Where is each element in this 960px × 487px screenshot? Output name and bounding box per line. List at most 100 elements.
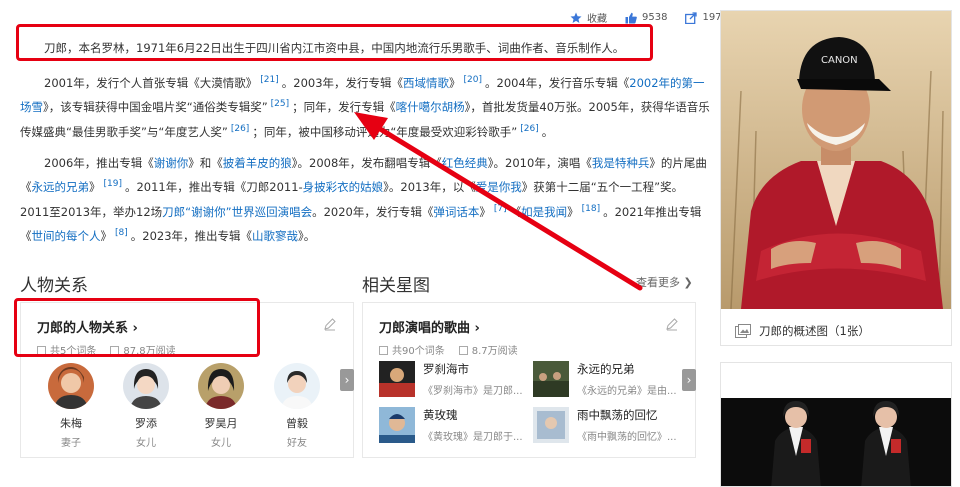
- summary-photo: CANON: [721, 11, 951, 309]
- song-title: 雨中飘荡的回忆: [577, 408, 658, 422]
- citation-ref[interactable]: [26]: [231, 124, 249, 134]
- article-link[interactable]: 谢谢你: [154, 156, 189, 170]
- person-card[interactable]: 罗添 女儿: [118, 363, 174, 449]
- entries-icon: [379, 346, 388, 355]
- song-desc: 《罗刹海市》是刀郎...: [423, 386, 523, 397]
- favorite-label: 收藏: [587, 14, 607, 25]
- person-name: 朱梅: [60, 417, 82, 430]
- text-run: ；同年，被中国移动评选为“年度最受欢迎彩铃歌手”: [252, 124, 518, 139]
- text-run: ；同年，发行专辑《: [292, 100, 396, 115]
- avatar: [123, 363, 169, 409]
- article-link[interactable]: 我是特种兵: [592, 156, 650, 170]
- cap-logo-text: CANON: [821, 55, 858, 66]
- see-more-label: 查看更多: [636, 276, 680, 289]
- person-card[interactable]: 曾毅 好友: [269, 363, 325, 449]
- person-name: 曾毅: [286, 417, 308, 430]
- text-run: 》，该专辑获得中国金唱片奖“通俗类专辑奖”: [43, 100, 268, 115]
- article-link[interactable]: 红色经典: [442, 156, 488, 170]
- citation-ref[interactable]: [21]: [260, 75, 278, 85]
- song-title: 罗刹海市: [423, 362, 469, 376]
- text-run: 》。: [298, 228, 316, 243]
- citation-ref[interactable]: [26]: [520, 124, 538, 134]
- thumbs-up-icon: [625, 12, 637, 23]
- text-run: 。2003年，发行专辑《: [281, 75, 404, 90]
- chevron-right-icon: ›: [344, 373, 350, 387]
- citation-ref[interactable]: [8]: [115, 228, 128, 238]
- toolbar: 收藏 9538 197: [570, 10, 722, 25]
- text-run: 》。2008年，发布翻唱专辑《: [291, 155, 442, 170]
- edit-icon[interactable]: [323, 317, 337, 331]
- video-thumbnail[interactable]: [720, 362, 952, 487]
- person-name: 罗昊月: [204, 417, 238, 430]
- songs-card: 刀郎演唱的歌曲 › 共90个词条 8.7万阅读 罗刹海市 《罗刹海市》是刀郎...…: [362, 302, 696, 458]
- related-section-title: 相关星图: [362, 276, 430, 296]
- song-desc: 《雨中飘荡的回忆》...: [577, 432, 677, 443]
- career-paragraph-1: 2001年，发行个人首张专辑《大漠情歌》 [21] 。2003年，发行专辑《西域情歌…: [20, 70, 710, 143]
- photo-caption-text: 刀郎的概述图（1张）: [759, 324, 870, 338]
- text-run: 。2020年，发行专辑《: [312, 204, 434, 219]
- like-button[interactable]: 9538: [625, 12, 667, 24]
- article-link[interactable]: 披着羊皮的狼: [223, 156, 292, 170]
- citation-ref[interactable]: [18]: [582, 204, 600, 214]
- person-card[interactable]: 罗昊月 女儿: [193, 363, 249, 449]
- song-desc: 《黄玫瑰》是刀郎于...: [423, 432, 523, 443]
- song-item[interactable]: 永远的兄弟《永远的兄弟》是由...: [533, 361, 677, 397]
- citation-ref[interactable]: [20]: [464, 75, 482, 85]
- career-paragraph-2: 2006年，推出专辑《谢谢你》和《披着羊皮的狼》。2008年，发布翻唱专辑《红色…: [20, 153, 710, 247]
- person-card[interactable]: 朱梅 妻子: [43, 363, 99, 449]
- article-body: 刀郎，本名罗林，1971年6月22日出生于四川省内江市资中县，中国内地流行乐男歌…: [20, 30, 710, 257]
- text-run: 》。2010年，演唱《: [487, 155, 592, 170]
- see-more-link[interactable]: 查看更多 ❯: [636, 274, 693, 290]
- article-link[interactable]: 如是我闻: [521, 205, 567, 219]
- citation-ref[interactable]: [25]: [271, 99, 289, 109]
- relations-next-button[interactable]: ›: [340, 369, 354, 391]
- article-link[interactable]: 永远的兄弟: [32, 180, 90, 194]
- song-item[interactable]: 黄玫瑰 《黄玫瑰》是刀郎于...: [379, 407, 523, 443]
- text-run: 《: [509, 204, 522, 219]
- text-run: 》: [449, 75, 461, 90]
- summary-photo-card[interactable]: CANON 刀郎的概述图（1张）: [720, 10, 952, 346]
- text-run: 。: [541, 124, 554, 139]
- text-run: 》和《: [188, 155, 223, 170]
- article-link[interactable]: 西域情歌: [403, 76, 449, 90]
- citation-ref[interactable]: [7]: [494, 204, 507, 214]
- article-link[interactable]: 身披彩衣的姑娘: [303, 180, 384, 194]
- share-button[interactable]: 197: [685, 11, 722, 24]
- article-link[interactable]: 刀郎“谢谢你”世界巡回演唱会: [162, 205, 312, 219]
- text-run: 。2023年，推出专辑《: [130, 228, 253, 243]
- song-item[interactable]: 罗刹海市《罗刹海市》是刀郎...: [379, 361, 523, 397]
- songs-entries: 共90个词条: [392, 346, 445, 357]
- relations-section-title: 人物关系: [20, 276, 88, 296]
- song-item[interactable]: 雨中飘荡的回忆《雨中飘荡的回忆》...: [533, 407, 677, 443]
- song-desc: 《永远的兄弟》是由...: [577, 386, 677, 397]
- text-run: 》: [479, 204, 491, 219]
- photo-caption[interactable]: 刀郎的概述图（1张）: [735, 323, 870, 339]
- chevron-right-icon: ›: [686, 373, 692, 387]
- text-run: 2006年，推出专辑《: [44, 155, 154, 170]
- video-frame: [721, 363, 951, 487]
- edit-icon[interactable]: [665, 317, 679, 331]
- text-run: 》: [100, 228, 113, 243]
- avatar: [198, 363, 244, 409]
- person-role: 好友: [287, 438, 307, 449]
- favorite-button[interactable]: 收藏: [570, 10, 607, 25]
- avatar: [274, 363, 320, 409]
- song-cover: [379, 361, 415, 397]
- article-link[interactable]: 爱是你我: [476, 180, 522, 194]
- citation-ref[interactable]: [19]: [104, 179, 122, 189]
- article-link[interactable]: 弹词话本: [433, 205, 479, 219]
- songs-next-button[interactable]: ›: [682, 369, 696, 391]
- song-title: 永远的兄弟: [577, 362, 635, 376]
- person-name: 罗添: [135, 417, 157, 430]
- article-link[interactable]: 山歌寥哉: [252, 229, 298, 243]
- text-run: 》: [567, 204, 579, 219]
- gallery-icon: [735, 324, 751, 338]
- person-role: 女儿: [211, 438, 231, 449]
- reads-icon: [458, 346, 468, 355]
- article-link[interactable]: 世间的每个人: [32, 229, 101, 243]
- like-count: 9538: [642, 12, 668, 23]
- songs-card-title[interactable]: 刀郎演唱的歌曲 ›: [379, 317, 518, 336]
- text-run: 》: [89, 180, 101, 195]
- article-link[interactable]: 喀什噶尔胡杨: [396, 100, 465, 114]
- highlight-box-intro: [16, 24, 653, 61]
